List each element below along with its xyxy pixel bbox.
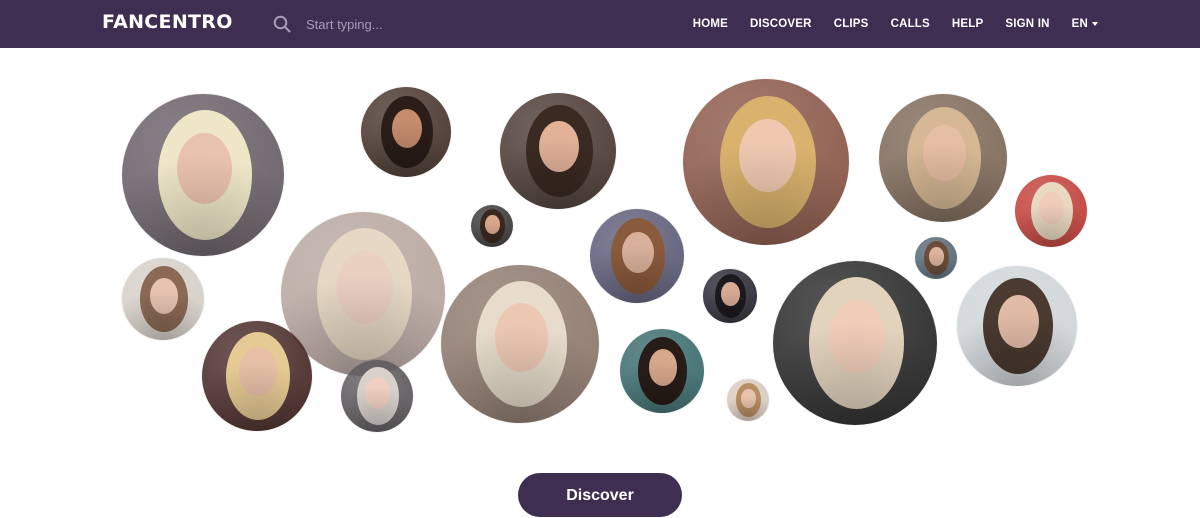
- creator-avatar-bubble[interactable]: [361, 87, 451, 177]
- discover-button[interactable]: Discover: [518, 473, 682, 517]
- creator-avatar-bubble[interactable]: [590, 209, 684, 303]
- chevron-down-icon: [1092, 22, 1098, 26]
- language-label: EN: [1071, 18, 1088, 30]
- language-selector[interactable]: EN: [1072, 18, 1098, 30]
- creator-avatar-bubble[interactable]: [441, 265, 599, 423]
- top-navbar: FANCENTRO HOME DISCOVER CLIPS CALLS HELP…: [0, 0, 1200, 48]
- nav-discover[interactable]: DISCOVER: [750, 18, 812, 30]
- creator-bubble-grid: [0, 48, 1200, 493]
- nav-sign-in[interactable]: SIGN IN: [1005, 18, 1049, 30]
- creator-avatar-bubble[interactable]: [122, 94, 284, 256]
- creator-avatar-bubble[interactable]: [341, 360, 413, 432]
- creator-avatar-bubble[interactable]: [122, 258, 204, 340]
- creator-avatar-bubble[interactable]: [703, 269, 757, 323]
- creator-avatar-bubble[interactable]: [727, 379, 769, 421]
- creator-avatar-bubble[interactable]: [500, 93, 616, 209]
- search-input[interactable]: [304, 15, 508, 33]
- logo[interactable]: FANCENTRO: [102, 11, 233, 33]
- creator-avatar-bubble[interactable]: [879, 94, 1007, 222]
- nav-home[interactable]: HOME: [693, 18, 728, 30]
- creator-avatar-bubble[interactable]: [957, 266, 1077, 386]
- creator-avatar-bubble[interactable]: [683, 79, 849, 245]
- creator-avatar-bubble[interactable]: [1015, 175, 1087, 247]
- creator-avatar-bubble[interactable]: [471, 205, 513, 247]
- nav-clips[interactable]: CLIPS: [834, 18, 869, 30]
- nav-help[interactable]: HELP: [952, 18, 983, 30]
- nav-calls[interactable]: CALLS: [891, 18, 930, 30]
- creator-avatar-bubble[interactable]: [202, 321, 312, 431]
- search-icon[interactable]: [272, 14, 292, 34]
- main-nav: HOME DISCOVER CLIPS CALLS HELP SIGN IN E…: [693, 0, 1098, 48]
- creator-avatar-bubble[interactable]: [773, 261, 937, 425]
- search-bar[interactable]: [272, 10, 532, 38]
- creator-avatar-bubble[interactable]: [620, 329, 704, 413]
